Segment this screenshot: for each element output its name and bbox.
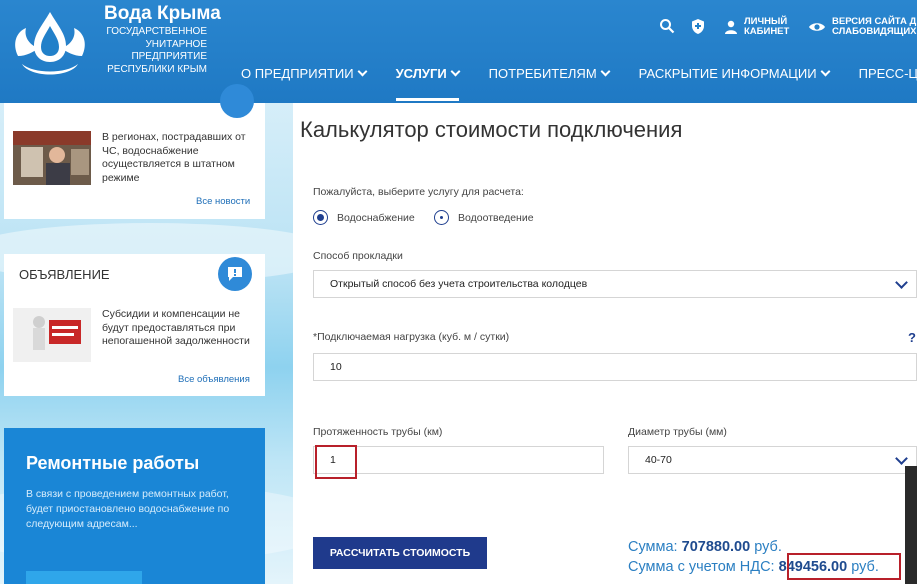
- search-icon[interactable]: [655, 14, 679, 38]
- nav-item-disclosure[interactable]: РАСКРЫТИЕ ИНФОРМАЦИИ: [639, 66, 831, 81]
- accessibility-version-link[interactable]: ВЕРСИЯ САЙТА Д СЛАБОВИДЯЩИХ: [808, 17, 917, 37]
- repair-works-banner: Ремонтные работы В связи с проведением р…: [4, 428, 265, 584]
- repair-title: Ремонтные работы: [26, 453, 200, 473]
- chevron-down-icon: [820, 66, 831, 77]
- all-announcements-link[interactable]: Все объявления: [178, 374, 250, 385]
- personal-account-link[interactable]: ЛИЧНЫЙ КАБИНЕТ: [724, 17, 789, 37]
- news-thumbnail[interactable]: [13, 131, 91, 185]
- shield-icon[interactable]: [686, 14, 710, 38]
- sum-line: Сумма: 707880.00 руб.: [628, 539, 782, 555]
- news-card: В регионах, пострадавших от ЧС, водоснаб…: [4, 84, 265, 219]
- diameter-select[interactable]: 40-70: [628, 446, 917, 474]
- speech-bubble-icon: [218, 257, 252, 291]
- radio-drainage[interactable]: [434, 210, 449, 225]
- page-title: Калькулятор стоимости подключения: [300, 117, 683, 142]
- calculate-button[interactable]: РАССЧИТАТЬ СТОИМОСТЬ: [313, 537, 487, 569]
- brand-subtitle: ГОСУДАРСТВЕННОЕ УНИТАРНОЕ ПРЕДПРИЯТИЕ РЕ…: [106, 26, 207, 75]
- news-text[interactable]: В регионах, пострадавших от ЧС, водоснаб…: [102, 131, 257, 185]
- brand-title[interactable]: Вода Крыма: [104, 3, 221, 25]
- nav-item-consumers[interactable]: ПОТРЕБИТЕЛЯМ: [489, 66, 611, 81]
- laying-method-label: Способ прокладки: [313, 250, 403, 262]
- radio-water-supply-label[interactable]: Водоснабжение: [337, 212, 415, 224]
- diameter-label: Диаметр трубы (мм): [628, 426, 727, 438]
- sum-value: 707880.00: [681, 539, 751, 555]
- overlay-edge: [905, 466, 917, 584]
- repair-more-button[interactable]: [26, 571, 142, 584]
- site-header: Вода Крыма ГОСУДАРСТВЕННОЕ УНИТАРНОЕ ПРЕ…: [0, 0, 917, 103]
- pipe-length-label: Протяженность трубы (км): [313, 426, 443, 438]
- help-icon[interactable]: ?: [908, 330, 916, 345]
- radio-water-supply[interactable]: [313, 210, 328, 225]
- announcement-text[interactable]: Субсидии и компенсации не будут предоста…: [102, 308, 257, 349]
- chevron-down-icon: [895, 452, 908, 465]
- load-label: *Подключаемая нагрузка (куб. м / сутки): [313, 331, 510, 343]
- chevron-down-icon: [895, 276, 908, 289]
- user-icon: [725, 20, 737, 34]
- service-prompt: Пожалуйста, выберите услугу для расчета:: [313, 186, 524, 198]
- laying-method-select[interactable]: Открытый способ без учета строительства …: [313, 270, 917, 298]
- all-news-link[interactable]: Все новости: [196, 196, 250, 207]
- radio-drainage-label[interactable]: Водоотведение: [458, 212, 534, 224]
- announcement-card: ОБЪЯВЛЕНИЕ Субсидии и компенсации не буд…: [4, 254, 265, 396]
- eye-icon: [809, 23, 825, 31]
- load-input[interactable]: 10: [313, 353, 917, 381]
- repair-text: В связи с проведением ремонтных работ, б…: [26, 488, 230, 530]
- main-nav: О ПРЕДПРИЯТИИ УСЛУГИ ПОТРЕБИТЕЛЯМ РАСКРЫ…: [241, 66, 917, 101]
- announcement-thumbnail[interactable]: [13, 308, 91, 362]
- nav-item-press[interactable]: ПРЕСС-ЦЕНТ: [859, 66, 917, 81]
- nav-item-about[interactable]: О ПРЕДПРИЯТИИ: [241, 66, 368, 81]
- highlight-box: [315, 445, 357, 479]
- logo-icon[interactable]: [4, 4, 96, 84]
- chevron-down-icon: [600, 66, 611, 77]
- highlight-box: [787, 553, 901, 580]
- news-icon: [220, 84, 254, 118]
- announcement-title: ОБЪЯВЛЕНИЕ: [19, 267, 110, 282]
- chevron-down-icon: [357, 66, 368, 77]
- chevron-down-icon: [450, 66, 461, 77]
- nav-item-services[interactable]: УСЛУГИ: [395, 66, 461, 101]
